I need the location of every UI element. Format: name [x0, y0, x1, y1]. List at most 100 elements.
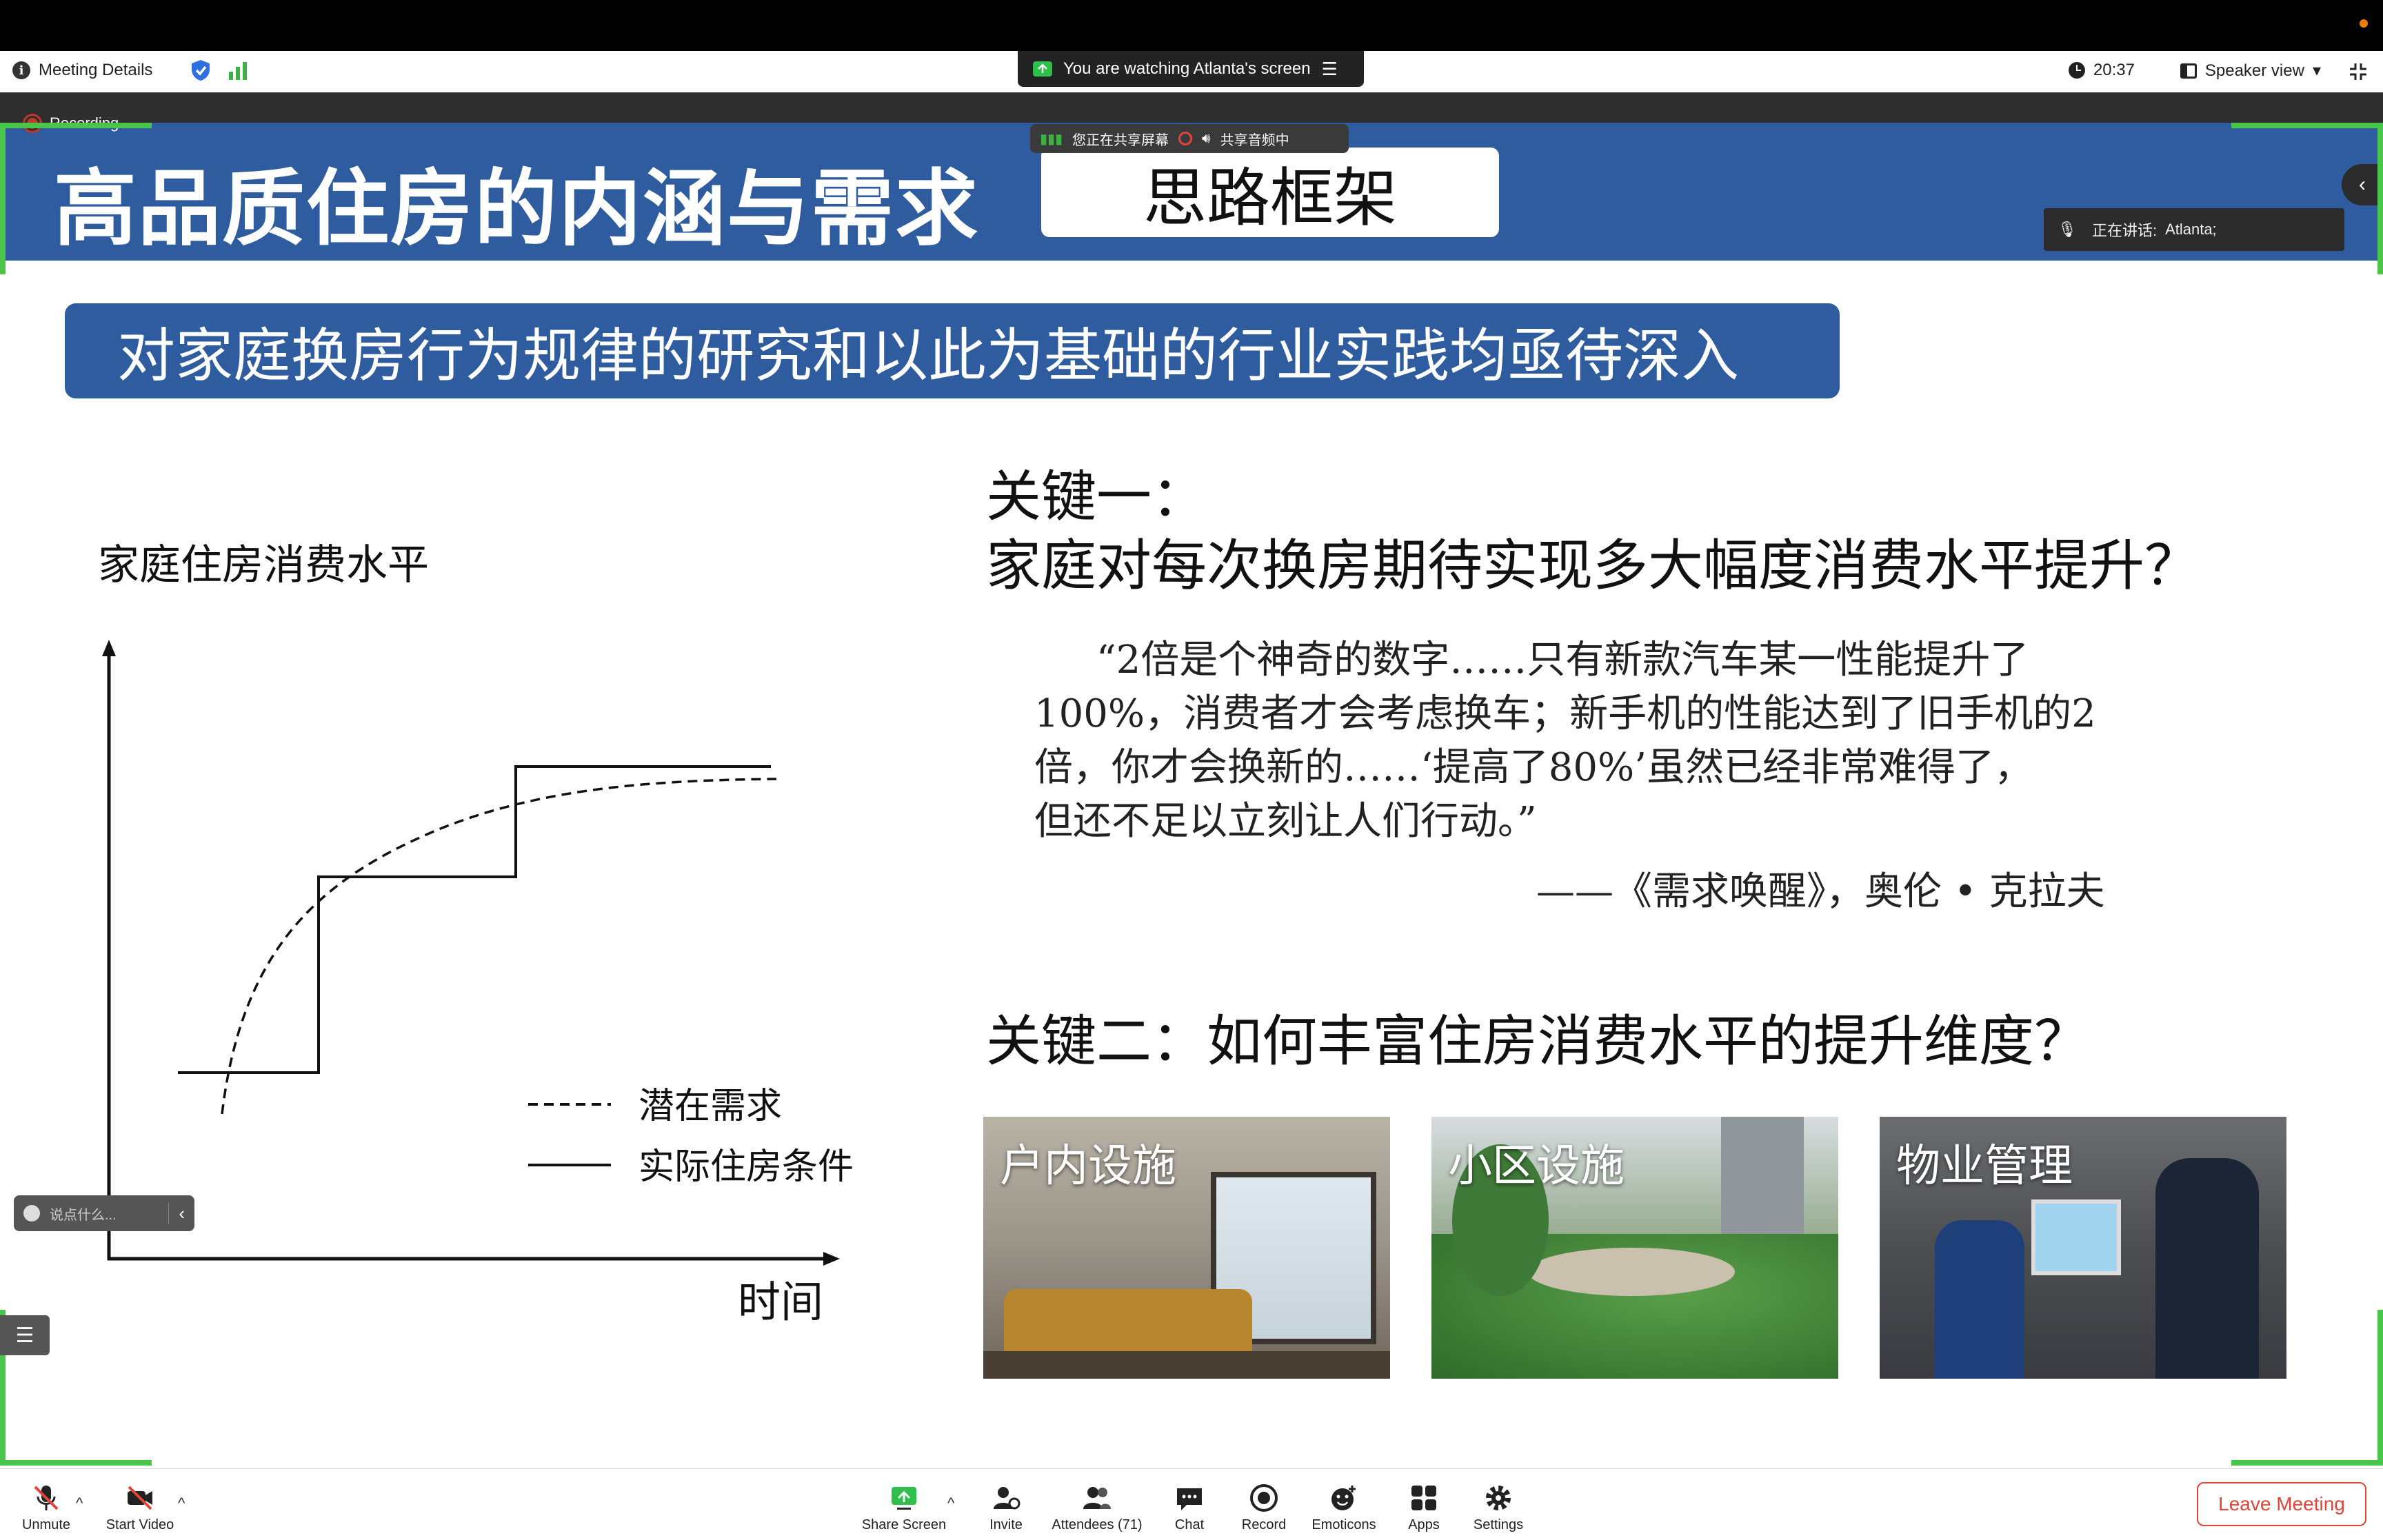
legend-latent-demand: 潜在需求 — [639, 1086, 782, 1127]
community-facilities-photo: 小区设施 — [1431, 1117, 1838, 1379]
info-icon: i — [12, 61, 30, 79]
attendees-button[interactable]: Attendees (71) — [1045, 1475, 1149, 1533]
caret-up-icon[interactable]: ^ — [947, 1495, 954, 1512]
settings-button[interactable]: Settings — [1447, 1475, 1550, 1533]
start-video-label: Start Video — [105, 1517, 174, 1532]
grid-view-icon — [2180, 63, 2197, 79]
smiley-icon — [23, 1205, 40, 1222]
audio-sharing-label: 共享音频中 — [1220, 132, 1289, 148]
active-speaker-indicator: 🎙︎ 正在讲话: Atlanta; — [2044, 208, 2344, 251]
demand-chart: 家庭住房消费水平 潜在需求 实际住房条件 时间 — [98, 541, 854, 1327]
quote-line: 倍，你才会换新的……‘提高了80%’虽然已经非常难得了， — [1034, 745, 2033, 790]
record-icon — [1250, 1484, 1278, 1512]
chart-x-label: 时间 — [738, 1277, 823, 1327]
share-frame-border — [0, 123, 6, 274]
apps-label: Apps — [1408, 1517, 1440, 1532]
screen-share-icon — [1033, 61, 1052, 77]
share-frame-border — [2231, 123, 2383, 128]
shield-icon[interactable] — [190, 59, 211, 81]
slide-title: 高品质住房的内涵与需求 — [54, 161, 979, 257]
share-frame-border — [0, 123, 152, 128]
attendees-icon — [1083, 1487, 1111, 1509]
invite-label: Invite — [989, 1517, 1023, 1532]
share-frame-border — [2377, 123, 2383, 274]
speaker-view-label: Speaker view — [2204, 61, 2304, 80]
key1-question: 家庭对每次换房期待实现多大幅度消费水平提升？ — [986, 534, 2200, 598]
property-management-photo: 物业管理 — [1880, 1117, 2286, 1379]
connection-signal-icon[interactable] — [228, 61, 248, 80]
unmute-button[interactable]: Unmute — [0, 1475, 98, 1533]
y-axis-arrow — [102, 640, 116, 656]
audio-icon: 🔊︎ — [1202, 130, 1211, 146]
meeting-details-button[interactable]: i Meeting Details — [12, 61, 152, 80]
emoticons-label: Emoticons — [1311, 1517, 1376, 1532]
share-frame-border — [2377, 1310, 2383, 1466]
timer-label: 20:37 — [2093, 61, 2135, 79]
leave-meeting-button[interactable]: Leave Meeting — [2197, 1482, 2366, 1526]
meeting-details-label: Meeting Details — [39, 61, 153, 79]
status-dot — [2360, 19, 2368, 28]
frame-label-box: 思路框架 — [1041, 148, 1499, 237]
x-axis-arrow — [823, 1252, 840, 1266]
chevron-left-icon[interactable]: ‹ — [168, 1202, 185, 1224]
watching-screen-indicator[interactable]: You are watching Atlanta's screen ☰ — [1018, 51, 1364, 87]
speaker-view-button[interactable]: Speaker view ▾ — [2180, 61, 2321, 81]
speaking-label: 正在讲话: — [2091, 222, 2158, 239]
share-screen-label: Share Screen — [861, 1517, 947, 1532]
microphone-icon: 🎙︎ — [2058, 221, 2077, 238]
menu-icon[interactable]: ☰ — [1322, 59, 1338, 80]
clock-icon — [2068, 62, 2085, 79]
signal-icon: ▮▮▮ — [1040, 131, 1063, 147]
quote-source: ——《需求唤醒》，奥伦 • 克拉夫 — [1536, 869, 2105, 914]
watching-label: You are watching Atlanta's screen — [1063, 59, 1311, 78]
sharing-status-pill[interactable]: ▮▮▮ 您正在共享屏幕 🔊︎ 共享音频中 — [1030, 124, 1349, 153]
photo-label: 物业管理 — [1896, 1141, 2073, 1192]
invite-person-icon — [994, 1487, 1020, 1510]
caret-up-icon[interactable]: ^ — [76, 1495, 83, 1512]
apps-grid-icon — [1411, 1486, 1436, 1510]
share-screen-button[interactable]: Share Screen — [852, 1475, 956, 1533]
system-top-bar — [0, 0, 2383, 51]
photo-label: 户内设施 — [1000, 1141, 1176, 1192]
chat-label: Chat — [1174, 1517, 1205, 1532]
actual-housing-line — [178, 765, 771, 1074]
gear-icon — [1486, 1486, 1511, 1510]
list-toggle-button[interactable]: ☰ — [0, 1315, 50, 1355]
record-label: Record — [1241, 1517, 1287, 1532]
share-frame-border — [0, 1460, 152, 1466]
legend-actual-housing: 实际住房条件 — [639, 1146, 854, 1188]
caption-input-widget[interactable]: 说点什么... ‹ — [14, 1195, 194, 1231]
start-video-button[interactable]: Start Video — [88, 1475, 192, 1533]
list-icon: ☰ — [15, 1324, 34, 1347]
microphone-muted-icon — [34, 1486, 59, 1510]
photo-label: 小区设施 — [1448, 1141, 1625, 1192]
meeting-timer: 20:37 — [2068, 61, 2135, 80]
share-screen-icon — [892, 1487, 916, 1510]
sharing-label: 您正在共享屏幕 — [1072, 132, 1169, 148]
indoor-facilities-photo: 户内设施 — [983, 1117, 1390, 1379]
key1-title: 关键一： — [986, 465, 1207, 529]
latent-demand-curve — [221, 778, 777, 1115]
attendees-label: Attendees (71) — [1052, 1517, 1143, 1532]
speaker-name: Atlanta; — [2165, 221, 2217, 238]
stop-share-icon[interactable] — [1178, 132, 1193, 145]
settings-label: Settings — [1473, 1517, 1524, 1532]
chevron-down-icon: ▾ — [2312, 61, 2321, 80]
collapse-panel-button[interactable]: ‹ — [2342, 164, 2383, 205]
caret-up-icon[interactable]: ^ — [178, 1495, 185, 1512]
share-frame-border — [2231, 1460, 2383, 1466]
quote-line: 但还不足以立刻让人们行动。” — [1034, 799, 1537, 844]
invite-button[interactable]: Invite — [954, 1475, 1058, 1533]
chat-bubble-icon — [1177, 1488, 1202, 1510]
unmute-label: Unmute — [21, 1517, 71, 1532]
key2-title: 关键二：如何丰富住房消费水平的提升维度？ — [986, 1009, 2089, 1073]
slide-banner: 对家庭换房行为规律的研究和以此为基础的行业实践均亟待深入 — [65, 303, 1840, 398]
emoticon-icon — [1331, 1486, 1356, 1510]
quote-line: “2倍是个神奇的数字……只有新款汽车某一性能提升了 — [1096, 638, 2029, 682]
video-off-icon — [128, 1486, 152, 1510]
chart-y-label: 家庭住房消费水平 — [98, 541, 429, 589]
quote-line: 100%，消费者才会考虑换车；新手机的性能达到了旧手机的2 — [1034, 691, 2096, 736]
exit-fullscreen-icon[interactable] — [2349, 62, 2368, 81]
share-frame-strip — [0, 92, 2383, 123]
caption-placeholder: 说点什么... — [50, 1207, 117, 1223]
